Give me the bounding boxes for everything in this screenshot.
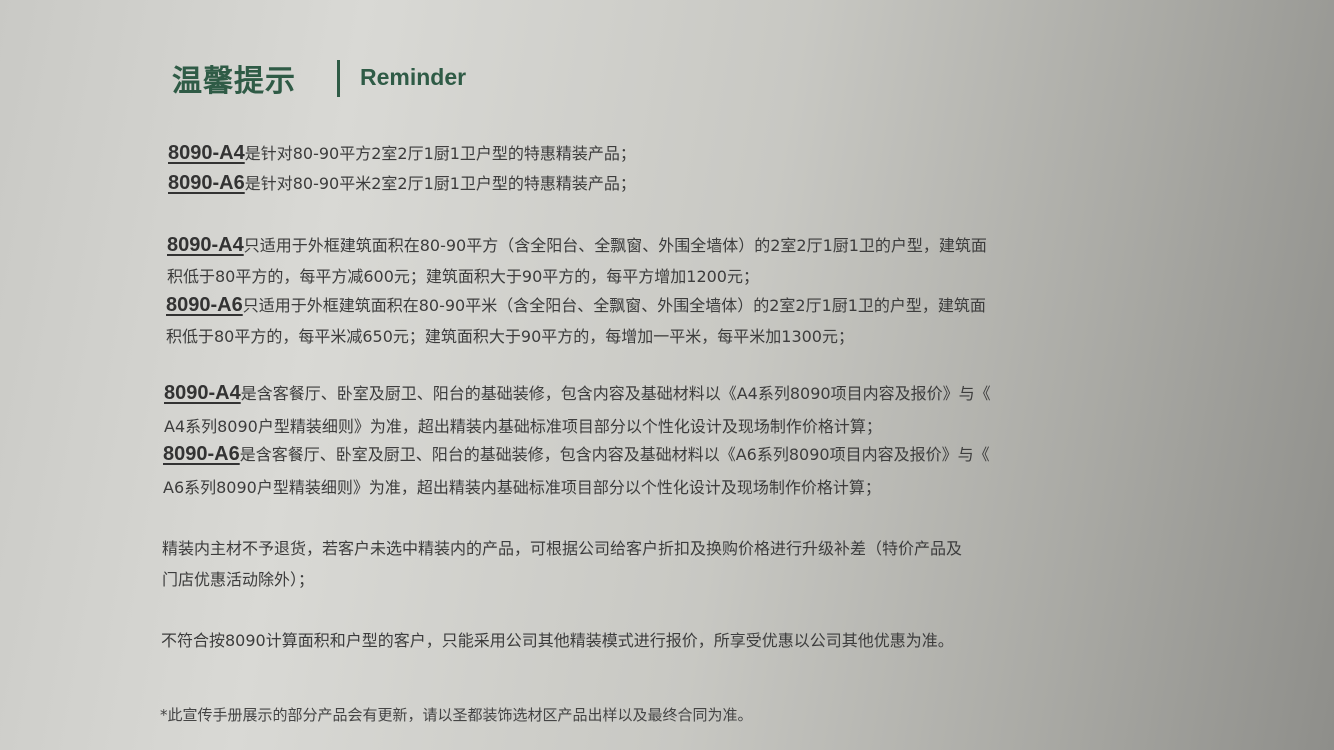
line-text: A4系列8090户型精装细则》为准，超出精装内基础标准项目部分以个性化设计及现场… [164, 417, 882, 436]
product-code: 8090-A4 [168, 142, 245, 164]
footnote: *此宣传手册展示的部分产品会有更新，请以圣都装饰选材区产品出样以及最终合同为准。 [160, 706, 753, 724]
line-text: 不符合按8090计算面积和户型的客户，只能采用公司其他精装模式进行报价，所享受优… [161, 631, 954, 650]
line-text: 积低于80平方的，每平米减650元；建筑面积大于90平方的，每增加一平米，每平米… [166, 327, 854, 346]
line-text: 只适用于外框建筑面积在80-90平米（含全阳台、全飘窗、外围全墙体）的2室2厅1… [242, 296, 986, 315]
line-text: 门店优惠活动除外）； [162, 570, 315, 589]
line: 不符合按8090计算面积和户型的客户，只能采用公司其他精装模式进行报价，所享受优… [161, 630, 954, 652]
line-text: 积低于80平方的，每平方减600元；建筑面积大于90平方的，每平方增加1200元… [167, 267, 759, 286]
line: A6系列8090户型精装细则》为准，超出精装内基础标准项目部分以个性化设计及现场… [163, 477, 881, 499]
product-code: 8090-A4 [164, 382, 241, 404]
line: 积低于80平方的，每平米减650元；建筑面积大于90平方的，每增加一平米，每平米… [166, 326, 854, 348]
product-code: 8090-A6 [168, 172, 245, 194]
line: 积低于80平方的，每平方减600元；建筑面积大于90平方的，每平方增加1200元… [167, 266, 759, 288]
reminder-title-en: Reminder [360, 64, 467, 90]
line-text: 精装内主材不予退货，若客户未选中精装内的产品，可根据公司给客户折扣及换购价格进行… [162, 539, 963, 558]
line-text: 只适用于外框建筑面积在80-90平方（含全阳台、全飘窗、外围全墙体）的2室2厅1… [243, 236, 987, 255]
line-text: 是含客餐厅、卧室及厨卫、阳台的基础装修，包含内容及基础材料以《A6系列8090项… [239, 445, 990, 464]
product-code: 8090-A4 [167, 234, 244, 256]
product-code: 8090-A6 [166, 294, 243, 316]
line: 门店优惠活动除外）； [162, 569, 314, 591]
line: 8090-A4是含客餐厅、卧室及厨卫、阳台的基础装修，包含内容及基础材料以《A4… [164, 382, 991, 405]
line: 8090-A4是针对80-90平方2室2厅1厨1卫户型的特惠精装产品； [168, 142, 636, 165]
line: 精装内主材不予退货，若客户未选中精装内的产品，可根据公司给客户折扣及换购价格进行… [162, 538, 962, 560]
line: 8090-A4只适用于外框建筑面积在80-90平方（含全阳台、全飘窗、外围全墙体… [167, 234, 987, 257]
line-text: 是针对80-90平方2室2厅1厨1卫户型的特惠精装产品； [244, 144, 636, 163]
line: A4系列8090户型精装细则》为准，超出精装内基础标准项目部分以个性化设计及现场… [164, 416, 882, 438]
product-code: 8090-A6 [163, 443, 240, 465]
line-text: A6系列8090户型精装细则》为准，超出精装内基础标准项目部分以个性化设计及现场… [163, 478, 881, 497]
reminder-title: 温馨提示 [172, 64, 296, 99]
line-text: 是针对80-90平米2室2厅1厨1卫户型的特惠精装产品； [244, 174, 636, 193]
line: 8090-A6是针对80-90平米2室2厅1厨1卫户型的特惠精装产品； [168, 172, 636, 195]
line-text: 是含客餐厅、卧室及厨卫、阳台的基础装修，包含内容及基础材料以《A4系列8090项… [240, 384, 991, 403]
line: 8090-A6只适用于外框建筑面积在80-90平米（含全阳台、全飘窗、外围全墙体… [166, 294, 986, 317]
title-divider [337, 60, 340, 97]
line: 8090-A6是含客餐厅、卧室及厨卫、阳台的基础装修，包含内容及基础材料以《A6… [163, 443, 990, 466]
